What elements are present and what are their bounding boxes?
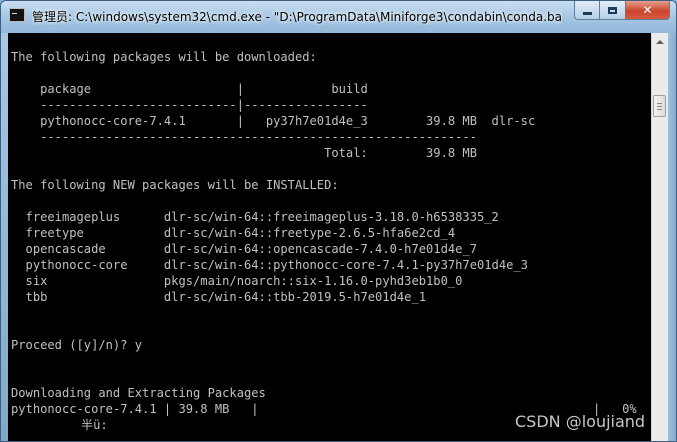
minimize-button[interactable] [574, 1, 600, 20]
title-bar[interactable]: 管理员: C:\windows\system32\cmd.exe - "D:\P… [1, 1, 676, 33]
console-output[interactable]: The following packages will be downloade… [8, 33, 651, 441]
scroll-up-button[interactable] [652, 33, 668, 50]
window-controls: ✕ [574, 1, 670, 21]
scroll-thumb[interactable] [653, 95, 666, 117]
cmd-window: 管理员: C:\windows\system32\cmd.exe - "D:\P… [0, 0, 677, 442]
ime-status-line: 半ü: [81, 418, 108, 432]
cmd-icon[interactable] [9, 8, 25, 22]
console-text: The following packages will be downloade… [11, 50, 536, 416]
close-icon: ✕ [642, 3, 653, 17]
arrow-up-icon [656, 39, 664, 44]
maximize-button[interactable] [600, 1, 626, 20]
window-title: 管理员: C:\windows\system32\cmd.exe - "D:\P… [32, 10, 562, 24]
minimize-icon [582, 11, 592, 15]
vertical-scrollbar[interactable] [651, 33, 668, 441]
maximize-icon [608, 6, 617, 14]
window-frame-right [668, 33, 676, 441]
close-button[interactable]: ✕ [626, 1, 670, 20]
csdn-watermark: CSDN @loujiand [515, 412, 646, 431]
